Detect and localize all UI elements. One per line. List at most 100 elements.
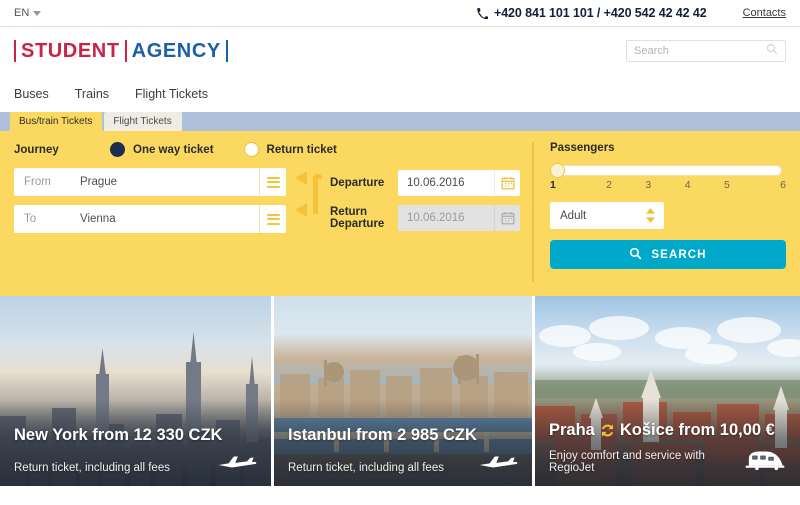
- journey-label: Journey: [14, 143, 59, 156]
- logo-bar-middle: [124, 40, 127, 62]
- phone-numbers[interactable]: +420 841 101 101 / +420 542 42 42 42: [477, 6, 707, 20]
- round-trip-icon: [600, 423, 615, 438]
- logo-bar-left: [14, 40, 16, 62]
- departure-date-input[interactable]: 10.06.2016: [398, 170, 494, 196]
- from-list-menu-icon[interactable]: [259, 168, 286, 196]
- istanbul-title: Istanbul from 2 985 CZK: [288, 426, 477, 444]
- swap-direction-button[interactable]: [286, 168, 330, 223]
- radio-one-way-ticket[interactable]: One way ticket: [110, 142, 214, 157]
- slider-tick-5[interactable]: 5: [707, 179, 746, 191]
- return-departure-label-line2: Departure: [330, 218, 385, 230]
- contacts-link[interactable]: Contacts: [743, 7, 786, 19]
- new-york-caption: New York from 12 330 CZK Return ticket, …: [0, 400, 271, 486]
- promo-card-new-york[interactable]: New York from 12 330 CZK Return ticket, …: [0, 296, 271, 486]
- praha-kosice-subtitle: Enjoy comfort and service with RegioJet: [549, 450, 705, 474]
- logo-bar-right: [225, 40, 228, 62]
- return-departure-label: Return Departure: [330, 206, 398, 230]
- passengers-column: Passengers 1 2 3 4 5 6 Adult SEARCH: [532, 142, 786, 282]
- return-departure-date-input: 10.06.2016: [398, 205, 494, 231]
- journey-row: Journey One way ticket Return ticket: [14, 142, 532, 157]
- logo-bar: STUDENT AGENCY Search: [0, 27, 800, 75]
- promo-card-praha-kosice[interactable]: Praha Košice from 10,00 € Enjoy comfort …: [535, 296, 800, 486]
- to-value: Vienna: [80, 213, 116, 225]
- booking-panel: Journey One way ticket Return ticket Fro…: [0, 131, 800, 296]
- logo-word-agency: AGENCY: [131, 39, 221, 62]
- from-value: Prague: [80, 176, 118, 188]
- tab-strip: Bus/train Tickets Flight Tickets: [0, 112, 800, 131]
- train-icon: [744, 449, 786, 474]
- chevron-down-icon: [33, 10, 42, 16]
- praha-kosice-title-part2: Košice from 10,00 €: [619, 421, 775, 439]
- airplane-icon: [478, 454, 518, 474]
- praha-kosice-title: Praha Košice from 10,00 €: [549, 421, 786, 440]
- istanbul-caption: Istanbul from 2 985 CZK Return ticket, i…: [274, 400, 532, 486]
- from-label: From: [24, 176, 51, 188]
- new-york-title: New York from 12 330 CZK: [14, 426, 223, 444]
- new-york-subtitle-row: Return ticket, including all fees: [14, 454, 257, 474]
- passengers-slider-track[interactable]: [550, 165, 782, 176]
- slider-tick-2[interactable]: 2: [589, 179, 628, 191]
- airplane-icon: [217, 454, 257, 474]
- up-down-arrows-icon[interactable]: [645, 208, 656, 223]
- slider-tick-6[interactable]: 6: [747, 179, 786, 191]
- nav-item-flight-tickets[interactable]: Flight Tickets: [135, 87, 208, 101]
- to-field[interactable]: To Vienna: [14, 205, 286, 233]
- passenger-type-select[interactable]: Adult: [550, 202, 664, 229]
- passenger-type-value: Adult: [560, 209, 587, 222]
- radio-one-way-icon[interactable]: [110, 142, 125, 157]
- praha-kosice-caption: Praha Košice from 10,00 € Enjoy comfort …: [535, 400, 800, 486]
- istanbul-subtitle: Return ticket, including all fees: [288, 462, 444, 474]
- tab-flight-tickets[interactable]: Flight Tickets: [104, 112, 182, 131]
- search-input[interactable]: Search: [626, 40, 786, 62]
- passengers-slider[interactable]: [550, 163, 782, 178]
- radio-return-ticket[interactable]: Return ticket: [243, 142, 337, 157]
- utility-bar: EN +420 841 101 101 / +420 542 42 42 42 …: [0, 0, 800, 27]
- phone-icon: [477, 7, 488, 19]
- passengers-slider-ticks: 1 2 3 4 5 6: [550, 179, 786, 191]
- nav-item-buses[interactable]: Buses: [14, 87, 49, 101]
- swap-direction-icon: [293, 171, 323, 223]
- promo-cards: New York from 12 330 CZK Return ticket, …: [0, 296, 800, 486]
- return-departure-calendar-icon: [494, 205, 520, 231]
- slider-tick-1[interactable]: 1: [550, 179, 589, 191]
- departure-row: Departure 10.06.2016: [330, 170, 520, 196]
- search-button-label: SEARCH: [651, 248, 707, 261]
- site-logo[interactable]: STUDENT AGENCY: [14, 40, 228, 63]
- to-list-menu-icon[interactable]: [259, 205, 286, 233]
- radio-return-label: Return ticket: [266, 143, 337, 156]
- departure-calendar-icon[interactable]: [494, 170, 520, 196]
- departure-label: Departure: [330, 177, 385, 189]
- logo-bar-right: Search: [626, 40, 786, 62]
- dates-group: Departure 10.06.2016 Return Departure 10…: [330, 168, 520, 240]
- return-departure-row: Return Departure 10.06.2016: [330, 205, 520, 231]
- language-label: EN: [14, 7, 30, 19]
- search-button-icon: [629, 247, 642, 263]
- praha-kosice-subtitle-row: Enjoy comfort and service with RegioJet: [549, 449, 786, 474]
- passengers-label: Passengers: [550, 142, 615, 154]
- utility-bar-right: +420 841 101 101 / +420 542 42 42 42 Con…: [477, 6, 786, 20]
- language-selector[interactable]: EN: [14, 7, 42, 19]
- to-label: To: [24, 213, 37, 225]
- istanbul-subtitle-row: Return ticket, including all fees: [288, 454, 518, 474]
- route-and-dates: From Prague To Vienna Departure 10.06.20…: [14, 168, 532, 242]
- origin-destination-stack: From Prague To Vienna: [14, 168, 286, 242]
- main-navigation: Buses Trains Flight Tickets: [0, 75, 800, 112]
- slider-tick-4[interactable]: 4: [668, 179, 707, 191]
- promo-card-istanbul[interactable]: Istanbul from 2 985 CZK Return ticket, i…: [274, 296, 532, 486]
- search-icon[interactable]: [766, 42, 778, 60]
- slider-tick-3[interactable]: 3: [629, 179, 668, 191]
- praha-kosice-title-part1: Praha: [549, 421, 595, 439]
- new-york-subtitle: Return ticket, including all fees: [14, 462, 170, 474]
- search-placeholder: Search: [634, 45, 669, 57]
- logo-word-student: STUDENT: [21, 39, 120, 62]
- booking-left-column: Journey One way ticket Return ticket Fro…: [14, 142, 532, 282]
- radio-one-way-label: One way ticket: [133, 143, 214, 156]
- return-departure-label-line1: Return: [330, 206, 368, 218]
- radio-return-icon[interactable]: [243, 142, 259, 157]
- from-field[interactable]: From Prague: [14, 168, 286, 196]
- passengers-slider-handle[interactable]: [550, 163, 565, 178]
- search-button[interactable]: SEARCH: [550, 240, 786, 269]
- tab-bus-train-tickets[interactable]: Bus/train Tickets: [10, 112, 103, 131]
- phone-number-text: +420 841 101 101 / +420 542 42 42 42: [494, 6, 707, 20]
- nav-item-trains[interactable]: Trains: [75, 87, 109, 101]
